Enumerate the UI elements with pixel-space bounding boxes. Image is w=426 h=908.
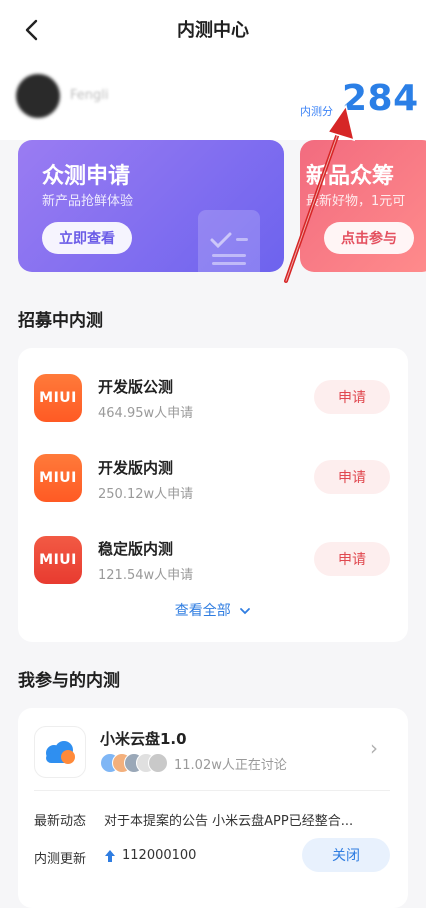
view-all-link[interactable]: 查看全部 bbox=[18, 600, 408, 620]
recruiting-section-title: 招募中内测 bbox=[18, 311, 103, 331]
page-title: 内测中心 bbox=[177, 20, 249, 41]
list-item-name: 开发版公测 bbox=[98, 378, 174, 396]
list-item-name: 开发版内测 bbox=[98, 459, 174, 477]
app-name: 小米云盘1.0 bbox=[100, 730, 187, 748]
participated-section-title: 我参与的内测 bbox=[18, 671, 120, 691]
list-item-count: 121.54w人申请 bbox=[98, 568, 194, 583]
view-all-label: 查看全部 bbox=[174, 603, 231, 619]
view-now-button[interactable]: 立即查看 bbox=[42, 222, 132, 254]
cloud-icon bbox=[46, 741, 75, 764]
apply-button[interactable]: 申请 bbox=[314, 380, 390, 414]
crowd-test-card[interactable]: 众测申请 新产品抢鲜体验 立即查看 bbox=[18, 140, 284, 272]
apply-button[interactable]: 申请 bbox=[314, 460, 390, 494]
apply-button[interactable]: 申请 bbox=[314, 542, 390, 576]
update-label: 内测更新 bbox=[34, 852, 87, 867]
up-arrow-icon bbox=[105, 849, 115, 862]
divider bbox=[34, 790, 390, 791]
latest-news-text[interactable]: 对于本提案的公告 小米云盘APP已经整合... bbox=[104, 810, 394, 829]
miui-app-icon: MIUI bbox=[34, 536, 82, 584]
cloud-app-icon bbox=[34, 726, 86, 778]
latest-news-label: 最新动态 bbox=[34, 814, 87, 829]
list-item-count: 250.12w人申请 bbox=[98, 487, 194, 502]
chevron-right-icon[interactable]: › bbox=[370, 736, 378, 760]
miui-app-icon: MIUI bbox=[34, 454, 82, 502]
close-button[interactable]: 关闭 bbox=[302, 838, 390, 872]
username: Fengli bbox=[70, 88, 109, 103]
update-value: 112000100 bbox=[122, 848, 197, 863]
list-item-count: 464.95w人申请 bbox=[98, 406, 194, 421]
list-item-name: 稳定版内测 bbox=[98, 540, 174, 558]
card-title: 众测申请 bbox=[42, 164, 131, 189]
update-info: 112000100 bbox=[104, 848, 196, 863]
miui-app-icon: MIUI bbox=[34, 374, 82, 422]
document-check-icon bbox=[198, 210, 260, 272]
card-subtitle: 新产品抢鲜体验 bbox=[42, 194, 134, 209]
annotation-arrow-icon bbox=[284, 104, 356, 283]
chevron-down-icon bbox=[240, 608, 251, 615]
recruiting-panel: MIUI 开发版公测 464.95w人申请 申请 MIUI 开发版内测 250.… bbox=[18, 348, 408, 642]
avatar[interactable] bbox=[16, 74, 60, 118]
participant-avatars bbox=[100, 753, 178, 773]
discussion-count: 11.02w人正在讨论 bbox=[174, 758, 287, 773]
participated-panel[interactable]: 小米云盘1.0 11.02w人正在讨论 › 最新动态 对于本提案的公告 小米云盘… bbox=[18, 708, 408, 908]
